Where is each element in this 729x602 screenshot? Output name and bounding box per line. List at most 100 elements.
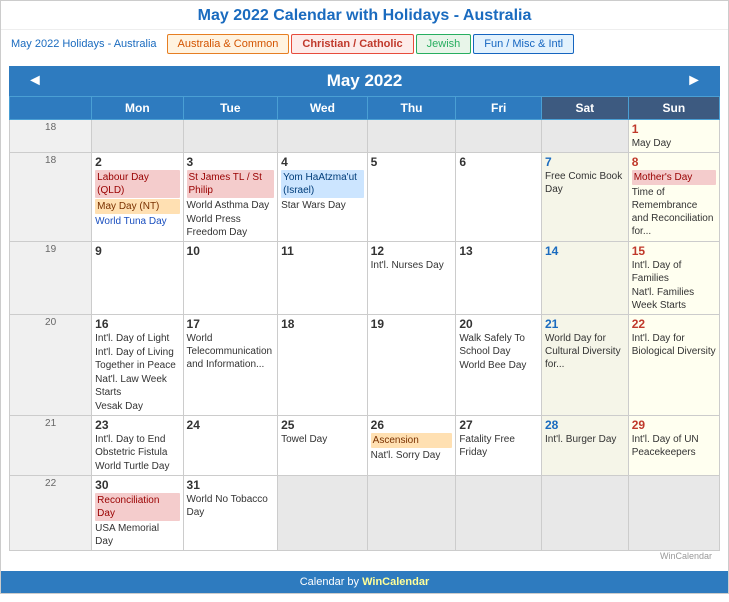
calendar-event: Int'l. Nurses Day (371, 259, 453, 272)
header-wed: Wed (278, 97, 368, 120)
cal-cell: 9 (92, 242, 183, 315)
cal-cell: 17World Telecommunication and Informatio… (183, 315, 278, 416)
calendar-event: Reconciliation Day (95, 493, 179, 521)
day-number: 9 (95, 244, 102, 258)
week-num-col-header (10, 97, 92, 120)
week-num-5: 22 (10, 476, 92, 551)
cal-cell: 5 (367, 153, 456, 242)
cal-cell: 20Walk Safely To School DayWorld Bee Day (456, 315, 542, 416)
cal-cell: 29Int'l. Day of UN Peacekeepers (628, 416, 719, 476)
header-mon: Mon (92, 97, 183, 120)
day-number: 15 (632, 244, 645, 258)
calendar-event: May Day (632, 137, 716, 150)
cal-cell: 28Int'l. Burger Day (542, 416, 629, 476)
day-number: 30 (95, 478, 108, 492)
day-number: 26 (371, 418, 384, 432)
page-wrapper: May 2022 Calendar with Holidays - Austra… (0, 0, 729, 594)
cal-cell: 22Int'l. Day for Biological Diversity (628, 315, 719, 416)
cal-cell: 15Int'l. Day of FamiliesNat'l. Families … (628, 242, 719, 315)
calendar-event: Nat'l. Law Week Starts (95, 373, 179, 399)
header-sat: Sat (542, 97, 629, 120)
page-header: May 2022 Calendar with Holidays - Austra… (1, 1, 728, 29)
cal-cell: 6 (456, 153, 542, 242)
cal-cell: 11 (278, 242, 368, 315)
cal-cell (456, 120, 542, 153)
day-number: 4 (281, 155, 288, 169)
cal-cell (92, 120, 183, 153)
footer-text: Calendar by WinCalendar (300, 576, 430, 588)
calendar-event: Towel Day (281, 433, 364, 446)
day-number: 23 (95, 418, 108, 432)
calendar-event: Int'l. Day to End Obstetric Fistula (95, 433, 179, 459)
calendar-event: World Tuna Day (95, 215, 179, 228)
calendar-event: Ascension (371, 433, 453, 448)
calendar-event: Free Comic Book Day (545, 170, 625, 196)
day-number: 25 (281, 418, 294, 432)
tab-christian[interactable]: Christian / Catholic (291, 34, 413, 54)
cal-cell: 21World Day for Cultural Diversity for..… (542, 315, 629, 416)
next-month-button[interactable]: ► (678, 72, 710, 90)
day-number: 13 (459, 244, 472, 258)
day-number: 22 (632, 317, 645, 331)
calendar-event: Nat'l. Families Week Starts (632, 286, 716, 312)
day-number: 20 (459, 317, 472, 331)
calendar-event: Vesak Day (95, 400, 179, 413)
cal-cell (542, 120, 629, 153)
calendar-event: World Telecommunication and Information.… (187, 332, 275, 371)
cal-cell (278, 476, 368, 551)
page-title: May 2022 Calendar with Holidays - Austra… (1, 7, 728, 25)
tab-australia[interactable]: Australia & Common (167, 34, 290, 54)
cal-cell (456, 476, 542, 551)
calendar-event: Int'l. Day of Light (95, 332, 179, 345)
cal-cell: 2Labour Day (QLD)May Day (NT)World Tuna … (92, 153, 183, 242)
day-number: 18 (281, 317, 294, 331)
header-fri: Fri (456, 97, 542, 120)
cal-cell: 16Int'l. Day of LightInt'l. Day of Livin… (92, 315, 183, 416)
day-number: 31 (187, 478, 200, 492)
day-number: 5 (371, 155, 378, 169)
wincalendar-link[interactable]: WinCalendar (362, 576, 429, 588)
calendar-event: World Day for Cultural Diversity for... (545, 332, 625, 371)
tab-fun[interactable]: Fun / Misc & Intl (473, 34, 574, 54)
cal-cell: 1May Day (628, 120, 719, 153)
cal-cell: 25Towel Day (278, 416, 368, 476)
header-tue: Tue (183, 97, 278, 120)
week-num-3: 20 (10, 315, 92, 416)
calendar-nav: ◄ May 2022 ► (9, 66, 720, 96)
page-footer: Calendar by WinCalendar (1, 571, 728, 593)
calendar-event: World Turtle Day (95, 460, 179, 473)
day-number: 12 (371, 244, 384, 258)
day-number: 1 (632, 122, 639, 136)
cal-cell: 24 (183, 416, 278, 476)
cal-cell: 23Int'l. Day to End Obstetric FistulaWor… (92, 416, 183, 476)
calendar-event: Walk Safely To School Day (459, 332, 538, 358)
calendar-event: World Bee Day (459, 359, 538, 372)
calendar-event: Star Wars Day (281, 199, 364, 212)
week-num-1: 18 (10, 153, 92, 242)
cal-cell: 26AscensionNat'l. Sorry Day (367, 416, 456, 476)
cal-cell: 4Yom HaAtzma'ut (Israel)Star Wars Day (278, 153, 368, 242)
calendar-event: Int'l. Day for Biological Diversity (632, 332, 716, 358)
month-year-title: May 2022 (51, 71, 678, 91)
prev-month-button[interactable]: ◄ (19, 72, 51, 90)
day-number: 14 (545, 244, 558, 258)
cal-cell: 30Reconciliation DayUSA Memorial Day (92, 476, 183, 551)
calendar-event: Time of Remembrance and Reconciliation f… (632, 186, 716, 238)
day-number: 21 (545, 317, 558, 331)
cal-cell (367, 476, 456, 551)
tab-jewish[interactable]: Jewish (416, 34, 472, 54)
filter-label: May 2022 Holidays - Australia (11, 38, 157, 50)
wincalendar-credit: WinCalendar (9, 551, 720, 563)
calendar-event: Fatality Free Friday (459, 433, 538, 459)
cal-cell: 10 (183, 242, 278, 315)
header-thu: Thu (367, 97, 456, 120)
calendar-event: Labour Day (QLD) (95, 170, 179, 198)
calendar-event: Mother's Day (632, 170, 716, 185)
cal-cell (367, 120, 456, 153)
cal-cell: 7Free Comic Book Day (542, 153, 629, 242)
day-number: 10 (187, 244, 200, 258)
cal-cell (278, 120, 368, 153)
calendar-event: World No Tobacco Day (187, 493, 275, 519)
week-num-4: 21 (10, 416, 92, 476)
day-number: 29 (632, 418, 645, 432)
